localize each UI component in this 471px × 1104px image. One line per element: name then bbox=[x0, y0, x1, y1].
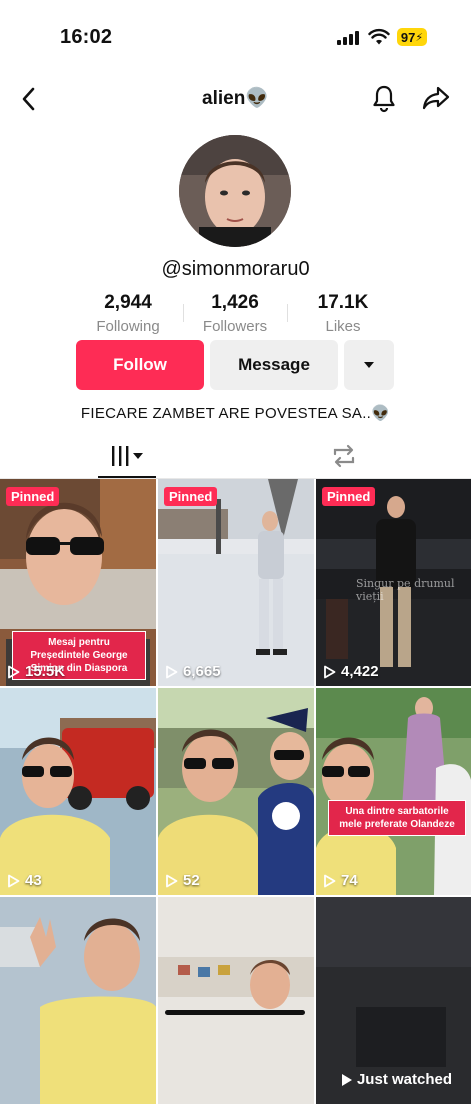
video-thumbnail[interactable] bbox=[0, 897, 156, 1104]
share-arrow-icon[interactable] bbox=[421, 84, 451, 112]
battery-level: 97 bbox=[400, 29, 416, 45]
view-count-value: 15.5K bbox=[25, 663, 66, 680]
battery-indicator: 97 ⚡ bbox=[397, 28, 427, 46]
status-bar: 16:02 97 ⚡ bbox=[0, 0, 471, 70]
video-caption-overlay: Singur pe drumul vieții bbox=[356, 577, 455, 603]
stat-label: Following bbox=[96, 318, 160, 335]
pinned-badge: Pinned bbox=[6, 487, 60, 506]
profile-title: alien👽 bbox=[202, 88, 269, 109]
pinned-badge: Pinned bbox=[322, 487, 376, 506]
video-thumbnail[interactable]: 43 bbox=[0, 688, 156, 895]
view-count: 4,422 bbox=[323, 663, 379, 680]
video-thumbnail[interactable]: 52 bbox=[158, 688, 314, 895]
play-outline-icon bbox=[324, 874, 336, 887]
video-frame bbox=[158, 897, 314, 1104]
stat-value: 17.1K bbox=[317, 292, 369, 313]
suggested-accounts-button[interactable] bbox=[344, 340, 394, 390]
play-outline-icon bbox=[8, 665, 20, 678]
status-time: 16:02 bbox=[60, 26, 113, 48]
stat-value: 1,426 bbox=[211, 292, 259, 313]
video-thumbnail[interactable] bbox=[158, 897, 314, 1104]
wifi-icon bbox=[368, 28, 390, 45]
video-frame bbox=[158, 479, 314, 686]
play-filled-icon bbox=[341, 1073, 352, 1086]
profile-tabs bbox=[0, 436, 471, 479]
video-thumbnail[interactable]: Pinned Mesaj pentru Președintele George … bbox=[0, 479, 156, 686]
view-count: 74 bbox=[323, 872, 358, 889]
tab-reposts[interactable] bbox=[330, 442, 358, 470]
stat-label: Likes bbox=[325, 318, 361, 335]
play-outline-icon bbox=[166, 665, 178, 678]
view-count: 15.5K bbox=[7, 663, 65, 680]
just-watched-label: Just watched bbox=[341, 1071, 452, 1088]
play-outline-icon bbox=[324, 665, 336, 678]
video-thumbnail[interactable]: Una dintre sarbatorile mele preferate Ol… bbox=[316, 688, 471, 895]
profile-nav-bar: alien👽 bbox=[0, 78, 471, 122]
stat-value: 2,944 bbox=[104, 292, 152, 313]
stat-following[interactable]: 2,944 Following bbox=[73, 292, 183, 335]
avatar-image bbox=[179, 135, 291, 247]
tab-videos[interactable] bbox=[98, 436, 156, 478]
notification-bell-icon[interactable] bbox=[370, 83, 398, 113]
home-indicator bbox=[165, 1010, 305, 1015]
video-frame bbox=[0, 897, 156, 1104]
view-count-value: 43 bbox=[25, 872, 42, 889]
view-count-value: 52 bbox=[183, 872, 200, 889]
video-thumbnail[interactable]: Pinned Singur pe drumul vieții 4,422 bbox=[316, 479, 471, 686]
profile-bio: FIECARE ZAMBET ARE POVESTEA SA..👽 bbox=[80, 405, 391, 422]
charging-bolt-icon: ⚡ bbox=[415, 31, 424, 44]
play-outline-icon bbox=[166, 874, 178, 887]
view-count-value: 74 bbox=[341, 872, 358, 889]
video-thumbnail[interactable]: Just watched bbox=[316, 897, 471, 1104]
view-count: 52 bbox=[165, 872, 200, 889]
view-count: 43 bbox=[7, 872, 42, 889]
video-frame bbox=[0, 688, 156, 895]
profile-avatar[interactable] bbox=[179, 135, 291, 247]
video-frame bbox=[158, 688, 314, 895]
stat-label: Followers bbox=[202, 318, 268, 335]
cellular-signal-icon bbox=[337, 30, 359, 45]
view-count-value: 6,665 bbox=[183, 663, 221, 680]
profile-handle: @simonmoraru0 bbox=[161, 258, 310, 280]
videos-grid-icon bbox=[112, 446, 143, 466]
video-thumbnail[interactable]: Pinned 6,665 bbox=[158, 479, 314, 686]
follow-button[interactable]: Follow bbox=[76, 340, 204, 390]
caret-down-icon bbox=[364, 362, 374, 368]
view-count-value: 4,422 bbox=[341, 663, 379, 680]
video-frame bbox=[316, 688, 471, 895]
video-caption-overlay: Una dintre sarbatorile mele preferate Ol… bbox=[328, 800, 466, 836]
play-outline-icon bbox=[8, 874, 20, 887]
stat-likes[interactable]: 17.1K Likes bbox=[288, 292, 398, 335]
stat-followers[interactable]: 1,426 Followers bbox=[180, 292, 290, 335]
view-count: 6,665 bbox=[165, 663, 221, 680]
pinned-badge: Pinned bbox=[164, 487, 218, 506]
just-watched-text: Just watched bbox=[356, 1071, 452, 1088]
message-button[interactable]: Message bbox=[210, 340, 338, 390]
